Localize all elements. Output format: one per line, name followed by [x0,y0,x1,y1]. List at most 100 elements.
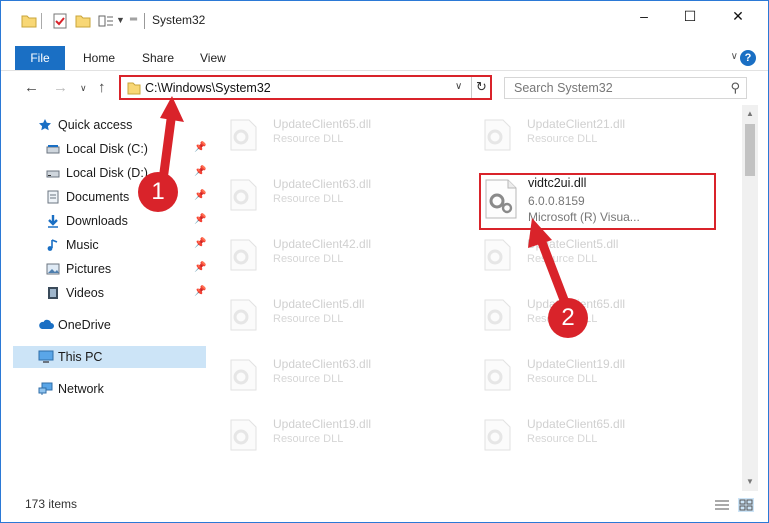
sidebar-item-label: Downloads [66,214,128,228]
navigation-pane: Quick access Local Disk (C:) 📌 Local Dis… [13,113,206,493]
address-dropdown-icon[interactable]: ∨ [455,81,462,92]
list-item[interactable]: UpdateClient19.dll Resource DLL [463,351,693,403]
quick-access-dropdown-icon[interactable]: ═ [130,14,137,30]
properties-icon[interactable] [52,13,68,29]
file-version: 6.0.0.8159 [528,194,585,208]
sidebar-item-downloads[interactable]: Downloads 📌 [13,210,206,232]
scroll-down-icon[interactable]: ▼ [746,477,754,486]
forward-arrow-icon[interactable]: → [53,79,68,97]
sidebar-item-onedrive[interactable]: OneDrive [13,314,206,336]
pin-icon[interactable]: 📌 [194,238,206,249]
tab-file[interactable]: File [15,46,65,70]
sidebar-item-quick-access[interactable]: Quick access [13,114,206,136]
sidebar-item-music[interactable]: Music 📌 [13,234,206,256]
drive-icon [46,170,60,178]
callout-step-1: 1 [138,172,178,212]
list-item[interactable]: UpdateClient19.dll Resource DLL [209,411,439,463]
details-view-icon[interactable] [714,498,730,512]
list-item[interactable]: UpdateClient65.dll Resource DLL [463,411,693,463]
tab-home[interactable]: Home [83,46,115,70]
list-item[interactable]: UpdateClient63.dll Resource DLL [209,171,439,223]
file-name: UpdateClient63.dll [273,177,372,191]
folder-icon[interactable] [21,13,37,29]
file-description: Resource DLL [527,373,598,385]
pin-icon[interactable]: 📌 [194,214,206,225]
file-description: Resource DLL [273,253,344,265]
search-box[interactable]: ⚲ [504,77,747,99]
close-button[interactable]: ✕ [715,1,761,31]
list-item[interactable]: UpdateClient5.dll Resource DLL [463,231,693,283]
dll-file-icon [484,359,511,391]
explorer-window: ▼ ═ System32 – ☐ ✕ File Home Share View … [0,0,769,523]
pin-icon[interactable]: 📌 [194,286,206,297]
new-folder-icon[interactable] [75,13,91,29]
file-name: UpdateClient19.dll [273,417,372,431]
dll-file-icon [230,119,257,151]
maximize-button[interactable]: ☐ [667,1,713,31]
file-description: Microsoft (R) Visua... [528,210,640,224]
dll-file-icon [230,299,257,331]
file-name: UpdateClient63.dll [273,357,372,371]
file-description: Resource DLL [273,313,344,325]
status-item-count: 173 items [25,497,78,511]
file-description: Resource DLL [273,193,344,205]
tiles-view-icon[interactable] [738,498,754,512]
dll-file-icon [230,419,257,451]
cloud-icon [39,319,54,329]
address-bar[interactable]: C:\Windows\System32 ∨ ↻ [119,75,492,100]
file-description: Resource DLL [273,373,344,385]
pin-icon[interactable]: 📌 [194,262,206,273]
videos-icon [48,287,58,299]
list-item[interactable]: UpdateClient5.dll Resource DLL [209,291,439,343]
pin-icon[interactable]: 📌 [194,142,206,153]
help-button[interactable]: ? [740,50,756,66]
list-item[interactable]: UpdateClient42.dll Resource DLL [209,231,439,283]
sidebar-item-network[interactable]: Network [13,378,206,400]
list-item[interactable]: UpdateClient21.dll Resource DLL [463,111,693,163]
sidebar-item-label: Quick access [58,118,133,132]
dll-file-icon [230,239,257,271]
back-arrow-icon[interactable]: ← [24,79,39,97]
sidebar-item-label: Network [58,382,104,396]
sidebar-item-label: Local Disk (D:) [66,166,148,180]
refresh-icon[interactable]: ↻ [476,79,487,95]
folder-icon [127,82,141,95]
customize-dropdown-icon[interactable]: ▼ [116,15,125,31]
sidebar-item-label: Pictures [66,262,112,276]
dll-file-icon [484,239,511,271]
title-bar: ▼ ═ System32 – ☐ ✕ [1,1,768,39]
search-input[interactable] [505,78,724,98]
sidebar-item-label: Music [66,238,99,252]
file-name: UpdateClient42.dll [273,237,372,251]
up-arrow-icon[interactable]: ↑ [98,79,106,97]
sidebar-item-videos[interactable]: Videos 📌 [13,282,206,304]
minimize-button[interactable]: – [621,1,667,31]
scroll-up-icon[interactable]: ▲ [746,109,754,118]
sidebar-item-label: OneDrive [58,318,111,332]
expand-ribbon-icon[interactable]: ∨ [731,51,738,62]
tab-view[interactable]: View [200,46,226,70]
file-list: UpdateClient65.dll Resource DLL UpdateCl… [209,105,742,491]
sidebar-item-local-disk-c[interactable]: Local Disk (C:) 📌 [13,138,206,160]
customize-icon[interactable] [98,13,114,29]
sidebar-item-pictures[interactable]: Pictures 📌 [13,258,206,280]
address-path[interactable]: C:\Windows\System32 [145,81,271,95]
sidebar-item-local-disk-d[interactable]: Local Disk (D:) 📌 [13,162,206,184]
vertical-scrollbar[interactable]: ▲ ▼ [742,105,758,491]
dll-file-icon [484,419,511,451]
sidebar-item-label: Local Disk (C:) [66,142,148,156]
pin-icon[interactable]: 📌 [194,190,206,201]
list-item[interactable]: UpdateClient65.dll Resource DLL [209,111,439,163]
pin-icon[interactable]: 📌 [194,166,206,177]
list-item[interactable]: UpdateClient63.dll Resource DLL [209,351,439,403]
sidebar-item-this-pc[interactable]: This PC [13,346,206,368]
search-icon[interactable]: ⚲ [730,80,740,96]
recent-locations-icon[interactable]: ∨ [80,79,87,97]
callout-step-2: 2 [548,298,588,338]
scroll-thumb[interactable] [745,124,755,176]
drive-icon [46,145,60,154]
file-description: Resource DLL [527,433,598,445]
dll-file-icon [484,299,511,331]
file-name: UpdateClient19.dll [527,357,626,371]
tab-share[interactable]: Share [142,46,174,70]
